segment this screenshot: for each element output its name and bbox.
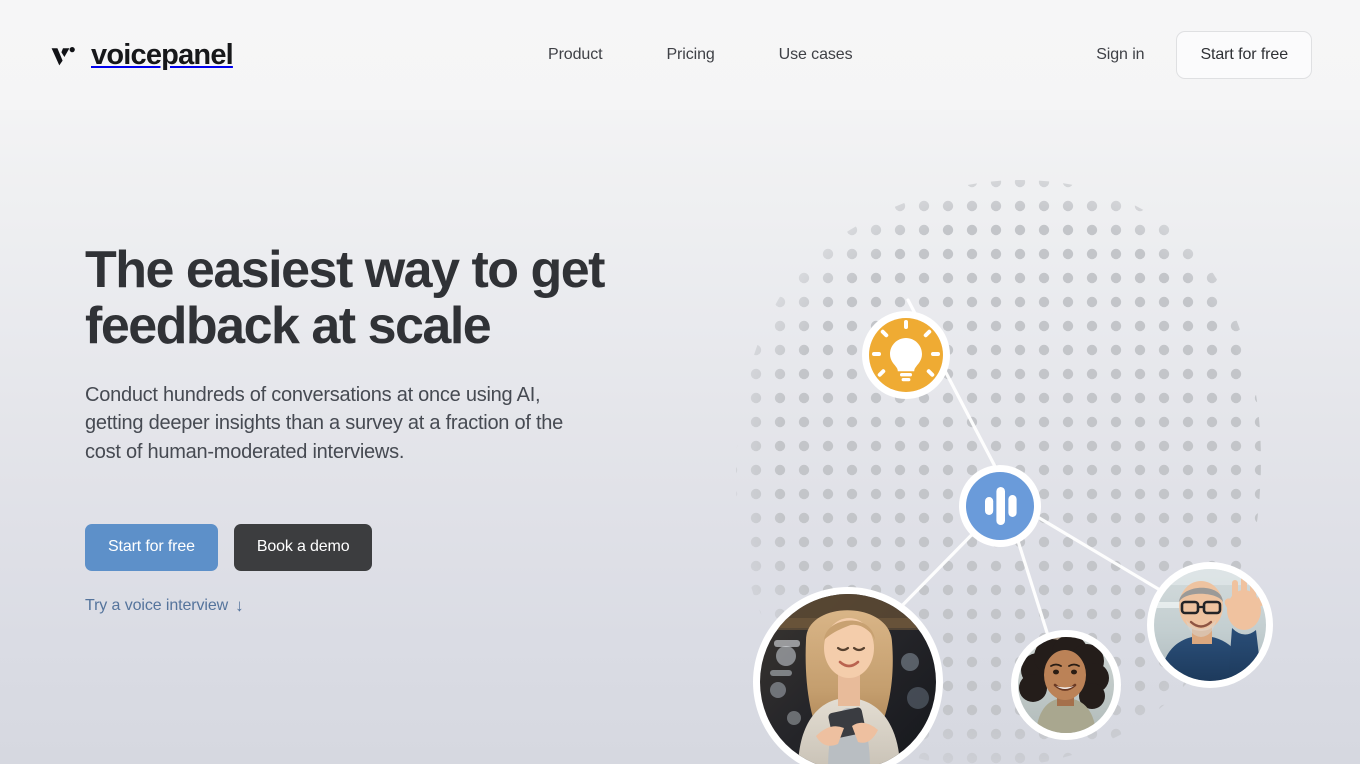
page-title: The easiest way to get feedback at scale <box>85 241 605 356</box>
nav-item-product[interactable]: Product <box>548 46 603 64</box>
try-voice-interview-link[interactable]: Try a voice interview ↓ <box>85 597 244 615</box>
hero-cta-group: Start for free Book a demo <box>85 523 705 571</box>
hero-section: The easiest way to get feedback at scale… <box>0 110 1360 764</box>
hero-copy: The easiest way to get feedback at scale… <box>85 242 705 615</box>
hero-try-line: Try a voice interview ↓ <box>85 597 705 615</box>
try-voice-interview-label: Try a voice interview <box>85 596 229 614</box>
nav-item-pricing[interactable]: Pricing <box>666 46 714 64</box>
participant-man-waving-node <box>1147 562 1273 688</box>
header-start-for-free-button[interactable]: Start for free <box>1176 31 1312 79</box>
hero-subtitle: Conduct hundreds of conversations at onc… <box>85 383 564 463</box>
hero-illustration <box>720 170 1320 764</box>
hero-book-a-demo-button[interactable]: Book a demo <box>233 523 373 571</box>
voicepanel-v-mark-icon <box>48 40 78 70</box>
main-navigation: Product Pricing Use cases <box>548 0 853 110</box>
header-actions: Sign in Start for free <box>1096 31 1312 79</box>
hub-node <box>959 465 1041 547</box>
sign-in-link[interactable]: Sign in <box>1096 46 1144 64</box>
nav-item-use-cases[interactable]: Use cases <box>779 46 853 64</box>
idea-node <box>862 311 950 399</box>
brand-logo[interactable]: voicepanel <box>48 38 234 71</box>
hero-start-for-free-button[interactable]: Start for free <box>85 523 218 571</box>
brand-name: voicepanel <box>91 38 234 71</box>
arrow-down-icon: ↓ <box>235 596 244 616</box>
site-header: voicepanel Product Pricing Use cases Sig… <box>0 0 1360 110</box>
participant-woman-curly-node <box>1011 630 1121 740</box>
